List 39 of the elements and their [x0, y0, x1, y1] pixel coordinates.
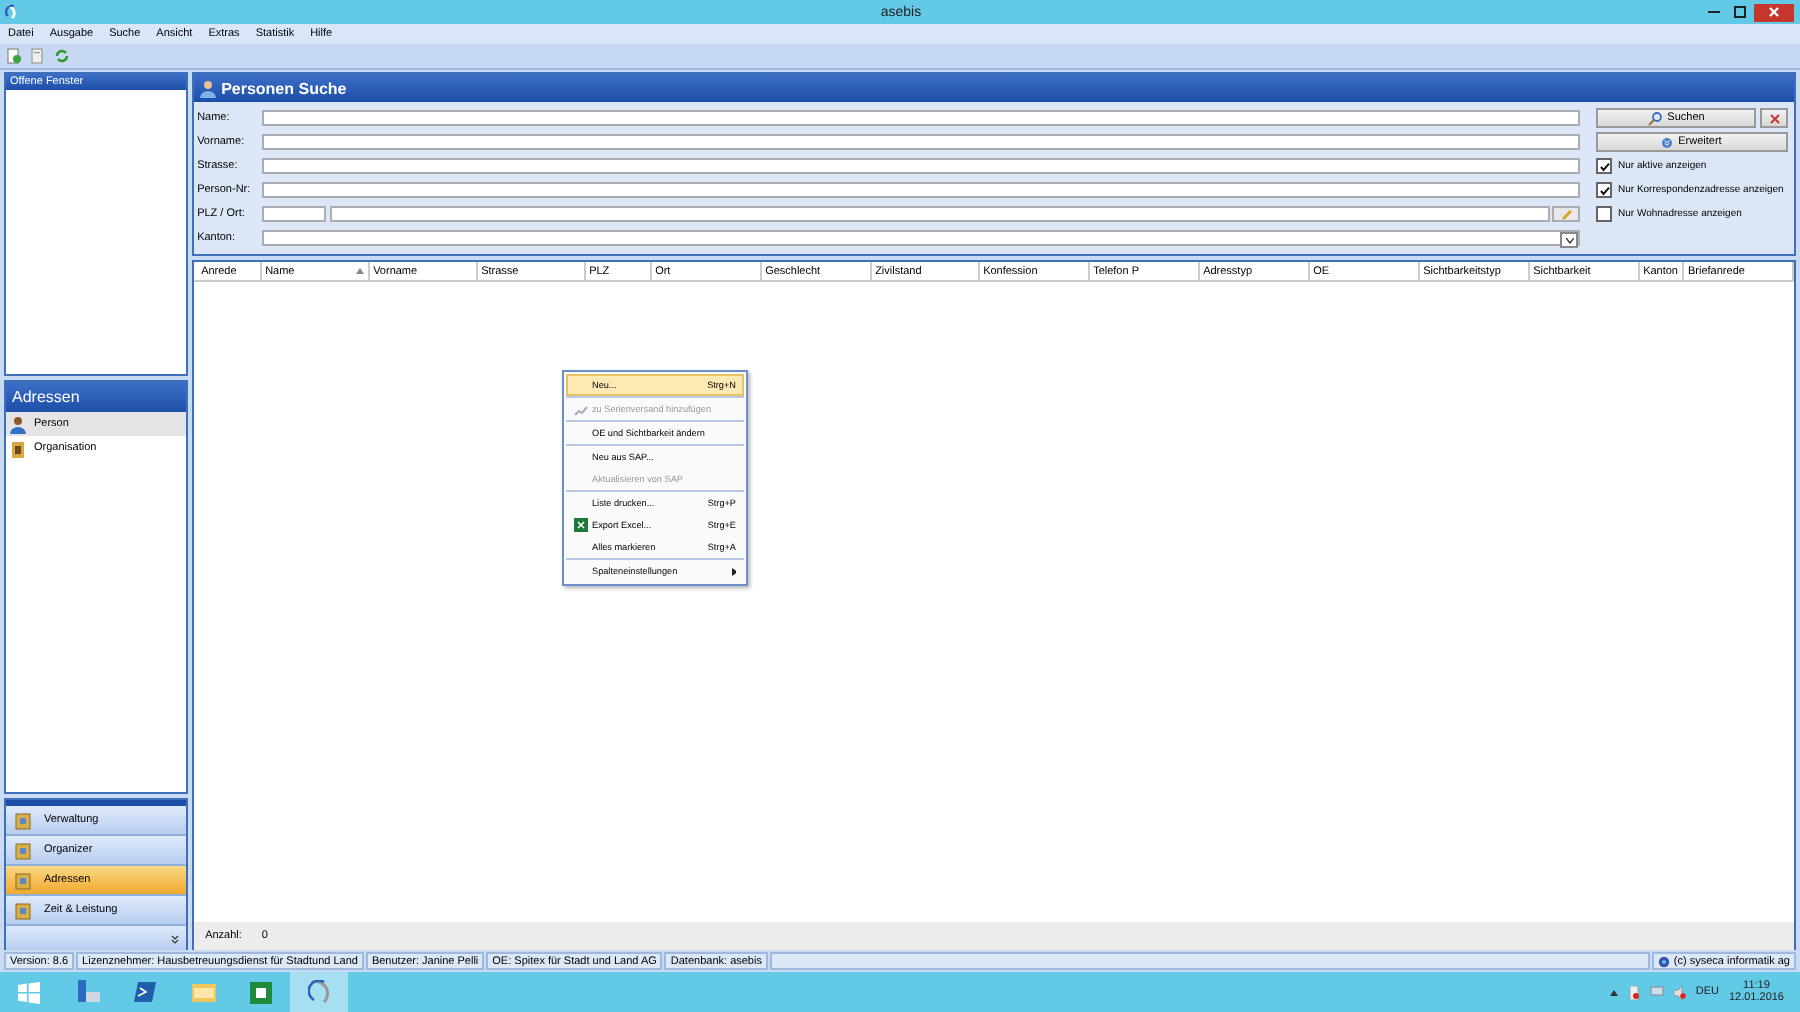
spreadsheet-icon: [573, 518, 587, 532]
sort-icon: [355, 268, 364, 274]
person-icon: [10, 415, 26, 433]
input-field[interactable]: [261, 110, 1580, 126]
checkbox[interactable]: [1596, 182, 1612, 198]
close-icon: [1768, 6, 1780, 18]
input-field[interactable]: [261, 158, 1580, 174]
chart-icon: [573, 403, 587, 415]
company-logo-icon: [1657, 955, 1670, 967]
panel-title: Personen Suche: [193, 74, 1794, 102]
caret-icon[interactable]: [1609, 989, 1618, 995]
new-document-icon[interactable]: [4, 46, 24, 66]
app-logo-icon: [4, 4, 20, 20]
checkbox[interactable]: [1596, 206, 1612, 222]
close-button[interactable]: [1754, 3, 1794, 21]
refresh-icon[interactable]: [52, 46, 72, 66]
input-field[interactable]: [261, 182, 1580, 198]
maximize-icon: [1734, 6, 1746, 18]
search-icon: [1647, 111, 1662, 125]
speaker-icon[interactable]: [1673, 985, 1686, 999]
minimize-icon: [1708, 10, 1720, 14]
monitor-icon[interactable]: [1649, 986, 1664, 998]
checkbox[interactable]: [1596, 158, 1612, 174]
postcode-field[interactable]: [261, 206, 326, 222]
app-logo-icon[interactable]: [290, 972, 348, 1012]
expand-icon: [1662, 137, 1673, 147]
section-header: Adressen: [6, 382, 186, 412]
document-icon[interactable]: [28, 46, 48, 66]
submenu-arrow-icon: [732, 567, 736, 575]
dropdown-field[interactable]: [261, 230, 1580, 246]
person-icon: [199, 79, 216, 97]
input-field[interactable]: [261, 134, 1580, 150]
dropdown-arrow-icon[interactable]: [1560, 232, 1578, 248]
city-field[interactable]: [329, 206, 1550, 222]
clear-icon[interactable]: [1760, 108, 1788, 128]
pencil-icon[interactable]: [1552, 206, 1580, 222]
maximize-button[interactable]: [1728, 3, 1752, 21]
building-icon: [10, 439, 26, 457]
more-icon[interactable]: [169, 933, 180, 943]
